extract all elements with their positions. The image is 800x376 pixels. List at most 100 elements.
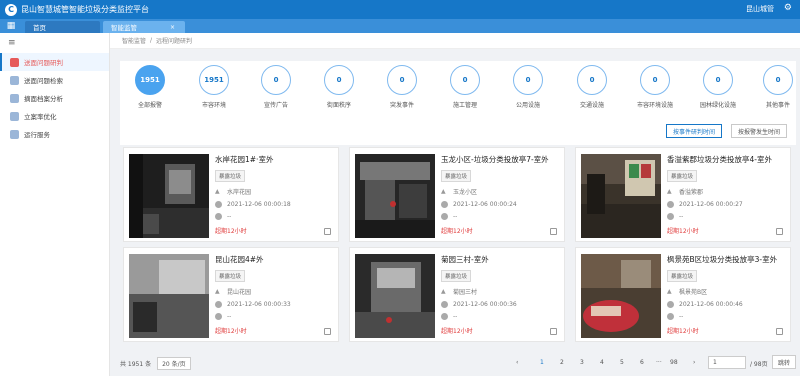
- event-card[interactable]: 枫景苑B区垃圾分类投放亭3-室外 暴露垃圾 ▲ 枫景苑B区 2021-12-06 …: [575, 247, 791, 342]
- overdue-label: 超期12小时: [667, 228, 699, 235]
- tab-monitor-label: 智能监管: [111, 24, 137, 32]
- overdue-label: 超期12小时: [215, 328, 247, 335]
- stat-label: 突发事件: [389, 102, 414, 109]
- card-note: --: [227, 313, 232, 320]
- page-number[interactable]: 2: [560, 359, 564, 366]
- stat-value: 1951: [199, 65, 229, 95]
- stat-all[interactable]: 1951 全部报警: [120, 65, 180, 109]
- event-card[interactable]: 香溢紫郡垃圾分类投放亭4-室外 暴露垃圾 ▲ 香溢紫郡 2021-12-06 00…: [575, 147, 791, 242]
- sort-by-report-button[interactable]: 按事件研判时间: [666, 124, 723, 138]
- page-number[interactable]: 6: [640, 359, 644, 366]
- card-title: 昆山花园4#外: [215, 255, 264, 264]
- page-number[interactable]: 3: [580, 359, 584, 366]
- menu-toggle-icon[interactable]: ≡: [0, 33, 109, 53]
- share-icon[interactable]: [776, 328, 783, 335]
- card-time: 2021-12-06 00:00:24: [453, 201, 517, 208]
- card-place: 水岸花园: [227, 189, 252, 196]
- stat-category[interactable]: 1951 市容环境: [184, 65, 244, 109]
- share-icon[interactable]: [776, 228, 783, 235]
- service-icon: [10, 129, 19, 139]
- sidebar: ≡ 送面问题研判 送面问题检索 摘面档案分析 立案率优化 运行服务: [0, 33, 110, 376]
- close-icon[interactable]: ×: [170, 24, 175, 31]
- sidebar-item-archive[interactable]: 摘面档案分析: [0, 89, 109, 107]
- tab-home[interactable]: 首页: [25, 21, 100, 33]
- user-name[interactable]: 昆山城管: [746, 4, 774, 14]
- grid-menu-icon[interactable]: ▦: [0, 19, 22, 33]
- event-card[interactable]: 玉龙小区-垃圾分类投放亭7-室外 暴露垃圾 ▲ 玉龙小区 2021-12-06 0…: [349, 147, 565, 242]
- sidebar-item-label: 送面问题研判: [24, 59, 63, 67]
- stat-category[interactable]: 0 交通设施: [562, 65, 622, 109]
- sidebar-item-optimize[interactable]: 立案率优化: [0, 107, 109, 125]
- jump-button[interactable]: 跳转: [772, 355, 796, 369]
- breadcrumb-parent[interactable]: 智能监管: [122, 36, 146, 45]
- note-icon: [667, 313, 674, 320]
- event-tag: 暴露垃圾: [441, 270, 472, 282]
- event-tag: 暴露垃圾: [667, 270, 698, 282]
- page-number[interactable]: 4: [600, 359, 604, 366]
- card-place: 玉龙小区: [453, 189, 478, 196]
- event-card[interactable]: 水岸花园1#·室外 暴露垃圾 ▲ 水岸花园 2021-12-06 00:00:18…: [123, 147, 339, 242]
- share-icon[interactable]: [324, 228, 331, 235]
- page-number[interactable]: 98: [670, 359, 678, 366]
- breadcrumb-separator: /: [150, 37, 153, 44]
- clock-icon: [441, 301, 448, 308]
- stat-category[interactable]: 0 园林绿化设施: [688, 65, 748, 109]
- tab-monitor[interactable]: 智能监管 ×: [103, 21, 185, 33]
- stat-category[interactable]: 0 市容环境设施: [625, 65, 685, 109]
- clock-icon: [667, 201, 674, 208]
- total-pages: / 98页: [750, 361, 768, 368]
- camera-snapshot[interactable]: [581, 254, 661, 338]
- event-card[interactable]: 昆山花园4#外 暴露垃圾 ▲ 昆山花园 2021-12-06 00:00:33 -…: [123, 247, 339, 342]
- overdue-label: 超期12小时: [441, 328, 473, 335]
- overdue-label: 超期12小时: [215, 228, 247, 235]
- camera-snapshot[interactable]: [355, 154, 435, 238]
- sidebar-item-judge[interactable]: 送面问题研判: [0, 53, 109, 71]
- card-place: 香溢紫郡: [679, 189, 704, 196]
- sort-by-occur-button[interactable]: 按报警发生时间: [731, 124, 788, 138]
- stat-label: 施工管理: [452, 102, 477, 109]
- share-icon[interactable]: [550, 328, 557, 335]
- page-number[interactable]: 5: [620, 359, 624, 366]
- event-card[interactable]: 菊园三村-室外 暴露垃圾 ▲ 菊园三村 2021-12-06 00:00:36 -…: [349, 247, 565, 342]
- card-time: 2021-12-06 00:00:33: [227, 301, 291, 308]
- card-time: 2021-12-06 00:00:27: [679, 201, 743, 208]
- stat-value: 0: [577, 65, 607, 95]
- ellipsis[interactable]: ···: [656, 359, 662, 366]
- page-size-select[interactable]: 20 条/页: [157, 356, 191, 370]
- share-icon[interactable]: [550, 228, 557, 235]
- camera-snapshot[interactable]: [129, 154, 209, 238]
- sidebar-item-label: 运行服务: [24, 131, 50, 139]
- stat-category[interactable]: 0 宣传广告: [246, 65, 306, 109]
- card-place: 昆山花园: [227, 289, 252, 296]
- camera-snapshot[interactable]: [129, 254, 209, 338]
- stat-category[interactable]: 0 其他事件: [748, 65, 800, 109]
- sidebar-item-service[interactable]: 运行服务: [0, 125, 109, 143]
- card-time: 2021-12-06 00:00:36: [453, 301, 517, 308]
- app-title: 昆山智慧城管智能垃圾分类监控平台: [21, 5, 149, 14]
- prev-page-button[interactable]: ‹: [516, 359, 518, 366]
- stat-value: 0: [261, 65, 291, 95]
- stat-category[interactable]: 0 公用设施: [498, 65, 558, 109]
- stat-label: 全部报警: [137, 102, 162, 109]
- goto-page-input[interactable]: 1: [708, 356, 746, 369]
- location-icon: ▲: [441, 288, 446, 295]
- stat-category[interactable]: 0 街面秩序: [309, 65, 369, 109]
- camera-snapshot[interactable]: [581, 154, 661, 238]
- page-number[interactable]: 1: [540, 359, 544, 366]
- sidebar-item-search[interactable]: 送面问题检索: [0, 71, 109, 89]
- card-note: --: [453, 213, 458, 220]
- card-note: --: [679, 213, 684, 220]
- clock-icon: [215, 201, 222, 208]
- note-icon: [215, 313, 222, 320]
- sidebar-item-label: 送面问题检索: [24, 77, 63, 85]
- share-icon[interactable]: [324, 328, 331, 335]
- location-icon: ▲: [215, 288, 220, 295]
- settings-icon[interactable]: ⚙: [784, 3, 792, 13]
- app-logo: C: [5, 3, 17, 16]
- stat-category[interactable]: 0 突发事件: [372, 65, 432, 109]
- stat-category[interactable]: 0 施工管理: [435, 65, 495, 109]
- card-note: --: [453, 313, 458, 320]
- camera-snapshot[interactable]: [355, 254, 435, 338]
- card-time: 2021-12-06 00:00:18: [227, 201, 291, 208]
- next-page-button[interactable]: ›: [693, 359, 695, 366]
